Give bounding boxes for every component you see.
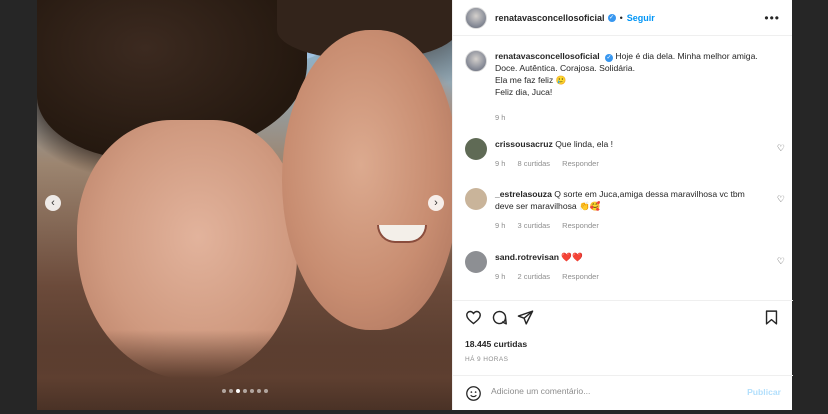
comment-input[interactable] [491, 386, 721, 396]
post-caption: renatavasconcellosoficial ✓ Hoje é dia d… [465, 50, 785, 98]
likes-count[interactable]: 18.445 curtidas [465, 339, 527, 349]
comment-item: crissousacruz Que linda, ela ! 9 h 8 cur… [465, 138, 785, 170]
caption-time: 9 h [495, 113, 506, 122]
caption-line-2: Doce. Autêntica. Corajosa. Solidária. [495, 63, 635, 73]
comment-likes[interactable]: 2 curtidas [518, 272, 551, 281]
comment-item: sand.rotrevisan ❤️❤️ 9 h 2 curtidas Resp… [465, 251, 785, 283]
comment-likes[interactable]: 3 curtidas [518, 221, 551, 230]
post-header: renatavasconcellosoficial ✓ • Seguir ••• [453, 0, 792, 36]
publish-button[interactable]: Publicar [747, 387, 781, 397]
posted-time: HÁ 9 HORAS [465, 356, 509, 363]
author-avatar[interactable] [465, 6, 487, 29]
heart-icon[interactable]: ♡ [777, 194, 785, 205]
share-icon[interactable] [517, 309, 534, 326]
chevron-left-icon[interactable]: ‹ [45, 195, 61, 211]
reply-button[interactable]: Responder [562, 221, 599, 230]
comment-item: _estrelasouza Q sorte em Juca,amiga dess… [465, 188, 785, 232]
commenter-avatar[interactable] [465, 188, 487, 210]
comment-icon[interactable] [491, 309, 508, 326]
comment-time: 9 h [495, 221, 506, 230]
bookmark-icon[interactable] [763, 309, 780, 326]
comment-time: 9 h [495, 272, 506, 281]
commenter-avatar[interactable] [465, 251, 487, 273]
post-photo: ‹ › [37, 0, 452, 410]
add-comment-bar: Publicar [453, 375, 793, 411]
carousel-dots [37, 380, 452, 398]
verified-icon: ✓ [607, 13, 616, 22]
reply-button[interactable]: Responder [562, 272, 599, 281]
comment-username[interactable]: _estrelasouza [495, 189, 552, 199]
caption-line-1: Hoje é dia dela. Minha melhor amiga. [615, 51, 758, 61]
post-sidebar: renatavasconcellosoficial ✓ • Seguir •••… [452, 0, 793, 410]
separator-dot: • [619, 12, 623, 23]
chevron-right-icon[interactable]: › [428, 195, 444, 211]
caption-author-username[interactable]: renatavasconcellosoficial [495, 51, 600, 61]
comment-username[interactable]: sand.rotrevisan [495, 252, 559, 262]
more-options-icon[interactable]: ••• [764, 11, 780, 25]
comment-username[interactable]: crissousacruz [495, 139, 553, 149]
comment-text: Que linda, ela ! [555, 139, 614, 149]
post-modal: ‹ › renatavasconcellosoficial ✓ • Seguir… [37, 0, 793, 410]
commenter-avatar[interactable] [465, 138, 487, 160]
author-username[interactable]: renatavasconcellosoficial [495, 13, 605, 23]
caption-author-avatar[interactable] [465, 50, 487, 72]
comment-likes[interactable]: 8 curtidas [518, 159, 551, 168]
emoji-icon[interactable] [465, 385, 482, 402]
post-actions: 18.445 curtidas HÁ 9 HORAS Publicar [453, 300, 793, 410]
heart-icon[interactable]: ♡ [777, 256, 785, 267]
reply-button[interactable]: Responder [562, 159, 599, 168]
follow-button[interactable]: Seguir [627, 13, 655, 23]
comment-text: ❤️❤️ [561, 252, 583, 262]
heart-icon[interactable] [465, 309, 482, 326]
caption-line-4: Feliz dia, Juca! [495, 87, 553, 97]
caption-line-3: Ela me faz feliz 🥲 [495, 75, 567, 85]
verified-icon: ✓ [605, 54, 613, 62]
comment-time: 9 h [495, 159, 506, 168]
heart-icon[interactable]: ♡ [777, 143, 785, 154]
